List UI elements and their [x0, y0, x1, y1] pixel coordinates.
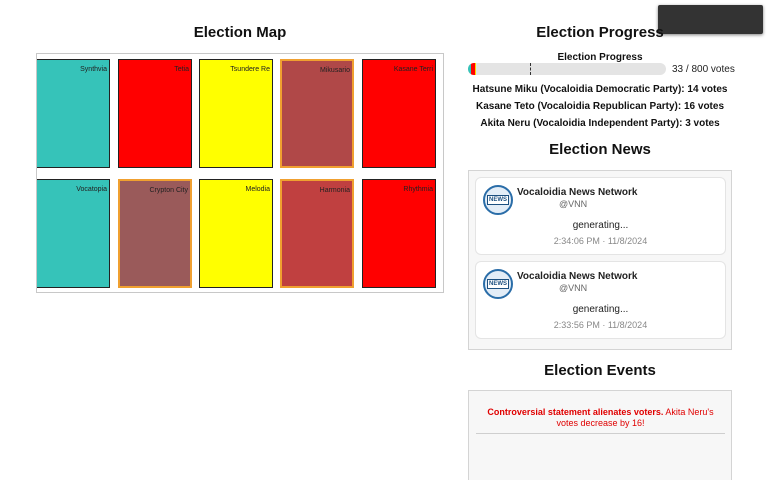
- news-title: Election News: [549, 141, 651, 158]
- region-tetia[interactable]: Tetia: [118, 59, 192, 168]
- region-label: Mikusario: [320, 67, 350, 74]
- region-label: Synthvia: [80, 66, 107, 73]
- news-card: NEWS Vocaloidia News Network @VNN genera…: [475, 177, 726, 255]
- progress-subtitle: Election Progress: [557, 52, 643, 63]
- news-handle: @VNN: [559, 283, 588, 293]
- news-avatar: NEWS: [483, 269, 513, 299]
- region-crypton-city[interactable]: Crypton City: [118, 179, 192, 288]
- progress-bar: [468, 63, 666, 75]
- region-label: Kasane Terri: [393, 66, 433, 73]
- region-synthvia[interactable]: Synthvia: [37, 59, 110, 168]
- region-label: Vocatopia: [76, 186, 107, 193]
- news-logo-icon: NEWS: [487, 279, 509, 289]
- news-body: generating...: [572, 220, 629, 231]
- region-vocatopia[interactable]: Vocatopia: [37, 179, 110, 288]
- news-card: NEWS Vocaloidia News Network @VNN genera…: [475, 261, 726, 339]
- region-harmonia[interactable]: Harmonia: [280, 179, 354, 288]
- region-label: Crypton City: [149, 187, 188, 194]
- region-kasane-territory[interactable]: Kasane Terri: [362, 59, 436, 168]
- news-handle: @VNN: [559, 199, 588, 209]
- region-label: Tsundere Re: [230, 66, 270, 73]
- news-author: Vocaloidia News Network: [517, 271, 638, 282]
- news-author: Vocaloidia News Network: [517, 187, 638, 198]
- region-rhythmia[interactable]: Rhythmia: [362, 179, 436, 288]
- region-label: Melodia: [245, 186, 270, 193]
- vote-count: 33 / 800 votes: [672, 64, 735, 75]
- events-feed[interactable]: Controversial statement alienates voters…: [468, 390, 732, 480]
- news-logo-icon: NEWS: [487, 195, 509, 205]
- progress-title: Election Progress: [536, 24, 664, 41]
- news-avatar: NEWS: [483, 185, 513, 215]
- party-tally-neru: Akita Neru (Vocaloidia Independent Party…: [480, 118, 720, 129]
- majority-marker: [530, 63, 531, 75]
- events-title: Election Events: [544, 362, 656, 379]
- region-label: Harmonia: [319, 187, 350, 194]
- news-timestamp: 2:34:06 PM · 11/8/2024: [553, 236, 648, 246]
- progress-segment: [475, 63, 477, 75]
- event-item: Controversial statement alienates voters…: [476, 407, 725, 434]
- event-headline: Controversial statement alienates voters…: [487, 407, 664, 417]
- region-label: Rhythmia: [403, 186, 433, 193]
- map-title: Election Map: [193, 24, 287, 41]
- news-feed[interactable]: NEWS Vocaloidia News Network @VNN genera…: [468, 170, 732, 350]
- news-timestamp: 2:33:56 PM · 11/8/2024: [553, 320, 648, 330]
- party-tally-teto: Kasane Teto (Vocaloidia Republican Party…: [475, 101, 725, 112]
- election-map: Synthvia Tetia Tsundere Re Mikusario Kas…: [36, 53, 444, 293]
- news-body: generating...: [572, 304, 629, 315]
- party-tally-miku: Hatsune Miku (Vocaloidia Democratic Part…: [472, 84, 728, 95]
- region-mikusario[interactable]: Mikusario: [280, 59, 354, 168]
- region-label: Tetia: [174, 66, 189, 73]
- region-tsundere[interactable]: Tsundere Re: [199, 59, 273, 168]
- region-melodia[interactable]: Melodia: [199, 179, 273, 288]
